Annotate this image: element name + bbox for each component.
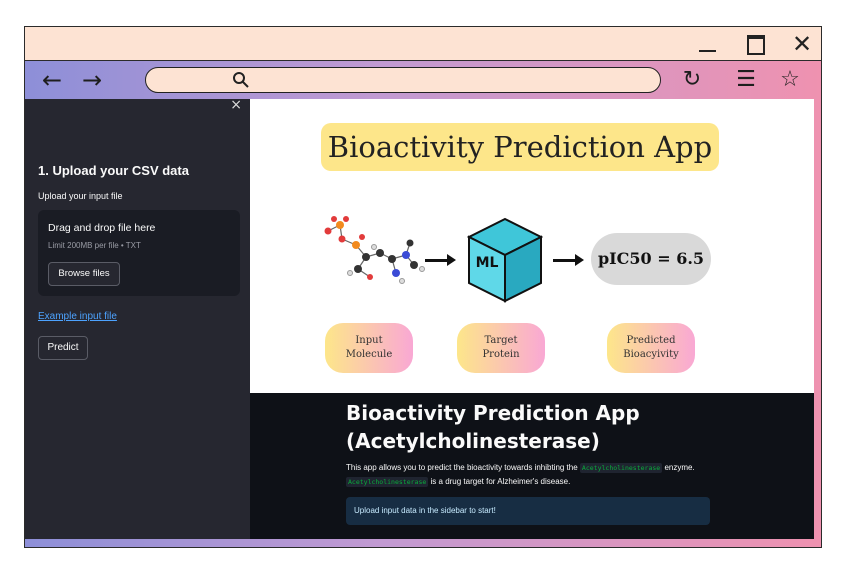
- search-icon: [233, 72, 249, 88]
- title-bar: ✕: [25, 27, 821, 61]
- description: This app allows you to predict the bioac…: [346, 461, 776, 489]
- maximize-button[interactable]: [741, 31, 771, 57]
- bookmark-star-icon[interactable]: ☆: [775, 65, 805, 95]
- predict-button[interactable]: Predict: [38, 336, 88, 360]
- browser-toolbar: ← → ↻ ☰ ☆: [25, 61, 821, 99]
- info-alert: Upload input data in the sidebar to star…: [346, 497, 710, 525]
- page-title: Bioactivity Prediction App (Acetylcholin…: [346, 399, 766, 455]
- target-protein-pill: Target Protein: [457, 323, 545, 373]
- banner-title: Bioactivity Prediction App: [321, 123, 719, 171]
- dropzone-limit: Limit 200MB per file • TXT: [48, 241, 141, 250]
- browser-window: ✕ ← → ↻ ☰ ☆ × 1. Upload your CSV data Up…: [24, 26, 822, 548]
- pill-line: Predicted: [626, 335, 676, 346]
- desc-text: This app allows you to predict the bioac…: [346, 463, 578, 472]
- reload-icon[interactable]: ↻: [677, 65, 707, 95]
- menu-icon[interactable]: ☰: [731, 65, 761, 95]
- pill-line: Target: [484, 335, 518, 346]
- page-viewport: × 1. Upload your CSV data Upload your in…: [25, 97, 821, 547]
- file-dropzone[interactable]: Drag and drop file here Limit 200MB per …: [38, 210, 240, 296]
- upload-label: Upload your input file: [38, 191, 123, 201]
- browse-files-button[interactable]: Browse files: [48, 262, 120, 286]
- pill-line: Molecule: [345, 349, 393, 360]
- molecule-icon: [324, 216, 425, 284]
- pill-line: Input: [355, 335, 383, 346]
- close-window-button[interactable]: ✕: [787, 31, 817, 57]
- minimize-button[interactable]: [693, 31, 723, 57]
- predicted-bioactivity-pill: Predicted Bioacyivity: [607, 323, 695, 373]
- title-line-2: (Acetylcholinesterase): [346, 429, 600, 453]
- result-badge: pIC50 = 6.5: [591, 233, 711, 285]
- back-arrow-icon[interactable]: ←: [37, 65, 67, 95]
- input-molecule-pill: Input Molecule: [325, 323, 413, 373]
- address-bar[interactable]: [145, 67, 661, 93]
- arrow-icon: [553, 254, 584, 266]
- arrow-icon: [425, 254, 456, 266]
- sidebar-heading: 1. Upload your CSV data: [38, 163, 189, 178]
- enzyme-code: Acetylcholinesterase: [579, 463, 663, 473]
- banner-image: Bioactivity Prediction App ML pIC50 = 6.…: [250, 99, 814, 393]
- enzyme-code: Acetylcholinesterase: [346, 477, 429, 487]
- forward-arrow-icon[interactable]: →: [77, 65, 107, 95]
- example-input-link[interactable]: Example input file: [38, 311, 117, 322]
- dropzone-title: Drag and drop file here: [48, 222, 156, 234]
- pill-line: Bioacyivity: [623, 349, 679, 360]
- sidebar-close-icon[interactable]: ×: [230, 97, 242, 113]
- title-line-1: Bioactivity Prediction App: [346, 401, 640, 425]
- pill-line: Protein: [482, 349, 520, 360]
- sidebar: × 1. Upload your CSV data Upload your in…: [25, 97, 250, 539]
- main-content: Bioactivity Prediction App ML pIC50 = 6.…: [250, 99, 814, 539]
- desc-text: enzyme.: [664, 463, 695, 472]
- desc-text: is a drug target for Alzheimer's disease…: [430, 477, 571, 486]
- ml-label: ML: [475, 255, 499, 271]
